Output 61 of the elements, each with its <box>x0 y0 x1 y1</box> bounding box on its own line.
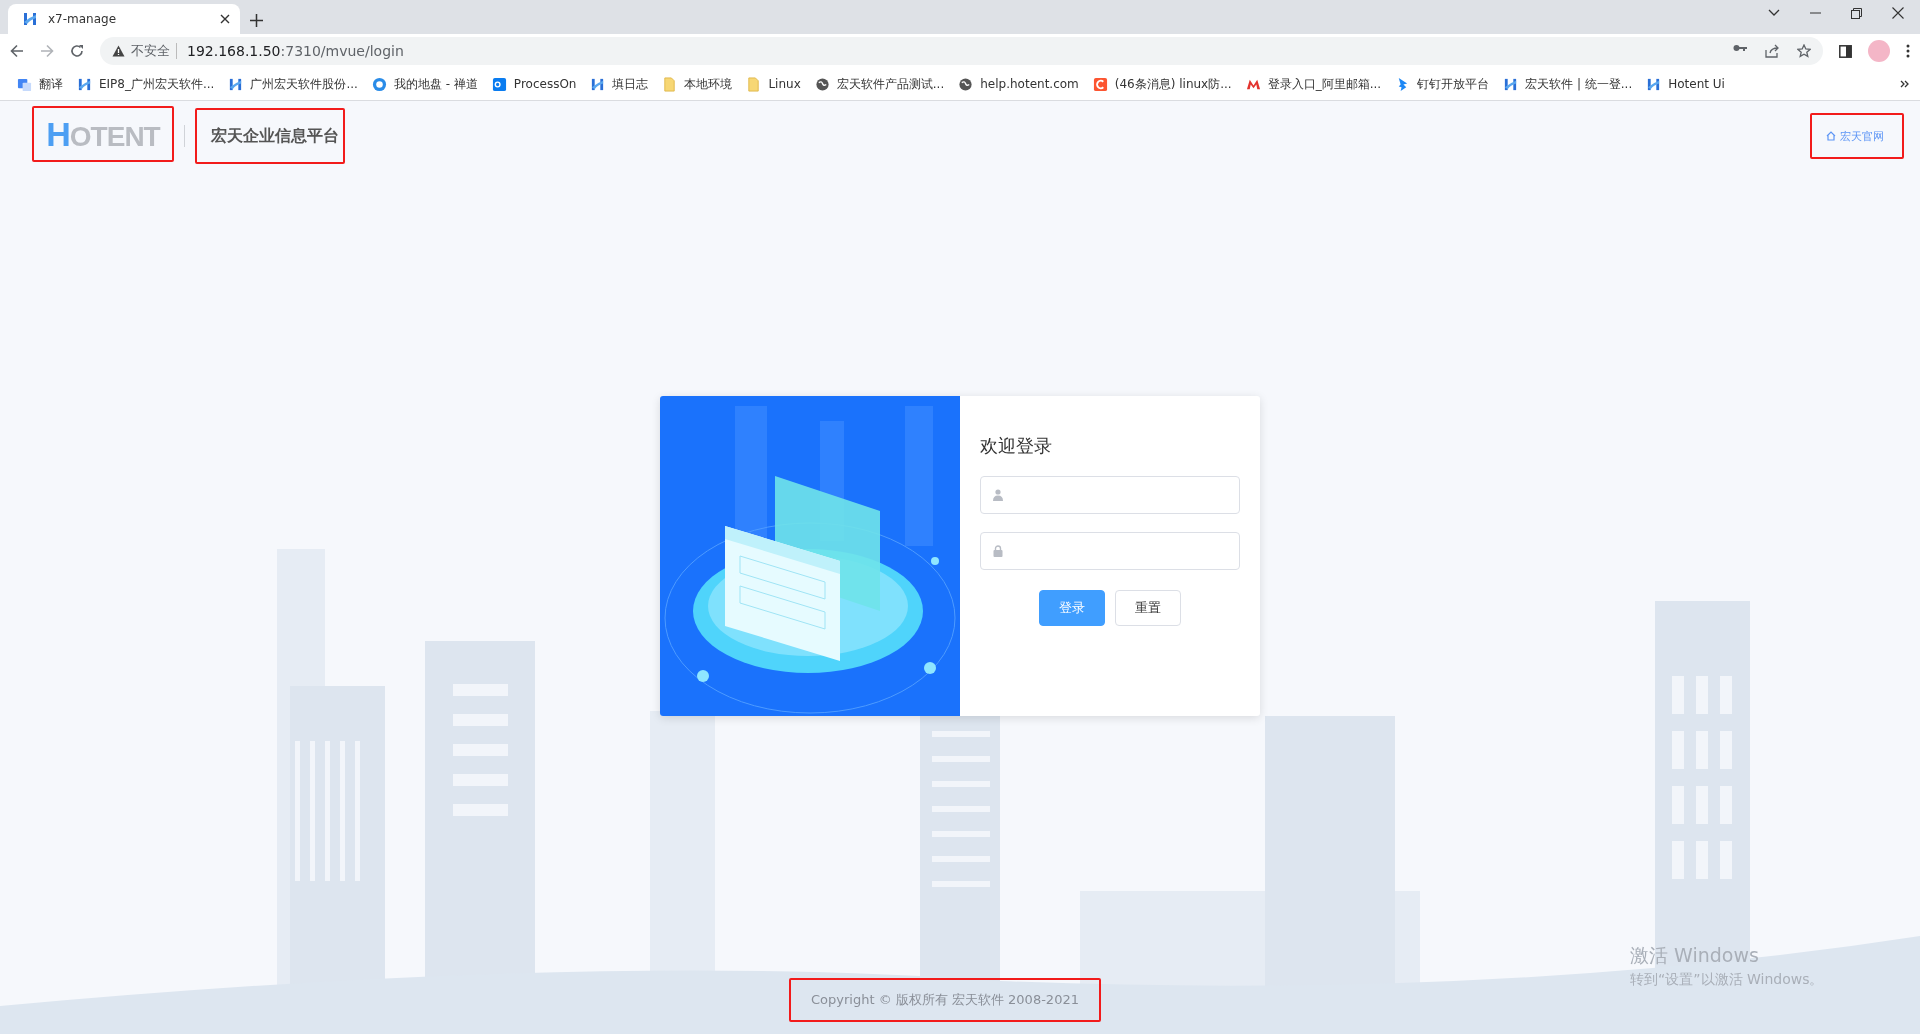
bookmark[interactable]: Hotent Ui <box>1639 76 1732 92</box>
chevron-right-icon[interactable] <box>1900 80 1910 88</box>
close-icon[interactable] <box>220 14 230 24</box>
bookmark-label: 广州宏天软件股份... <box>250 75 358 93</box>
platform-title: 宏天企业信息平台 <box>211 125 339 147</box>
password-field[interactable] <box>980 532 1240 570</box>
chevron-down-icon[interactable] <box>1768 9 1780 17</box>
key-icon[interactable] <box>1733 44 1747 52</box>
bookmark[interactable]: EIP8_广州宏天软件... <box>70 75 222 93</box>
bookmark-label: 填日志 <box>612 75 649 93</box>
username-field[interactable] <box>980 476 1240 514</box>
copyright-text: Copyright © 版权所有 宏天软件 2008-2021 <box>811 991 1079 1009</box>
bookmark-label: 钉钉开放平台 <box>1417 75 1490 93</box>
address-bar[interactable]: 不安全 192.168.1.50:7310/mvue/login <box>100 37 1823 65</box>
bookmark-label: 我的地盘 - 禅道 <box>393 75 478 93</box>
share-icon[interactable] <box>1765 44 1779 58</box>
bookmark[interactable]: (46条消息) linux防... <box>1085 75 1239 93</box>
url-path: :7310/mvue/login <box>280 43 404 59</box>
login-title: 欢迎登录 <box>980 434 1053 458</box>
bookmark-label: Hotent Ui <box>1668 77 1725 91</box>
activation-title: 激活 Windows <box>1630 943 1760 968</box>
bookmark[interactable]: 钉钉开放平台 <box>1388 75 1497 93</box>
bookmark[interactable]: help.hotent.com <box>951 76 1086 92</box>
security-label: 不安全 <box>131 42 170 60</box>
bookmark-label: 宏天软件产品测试... <box>836 75 945 93</box>
url-host: 192.168.1.50 <box>187 43 281 59</box>
browser-tab[interactable]: x7-manage <box>8 4 240 34</box>
bookmark[interactable]: 填日志 <box>583 75 656 93</box>
bookmark-label: (46条消息) linux防... <box>1114 75 1232 93</box>
new-tab-icon[interactable] <box>250 14 263 27</box>
warning-icon <box>112 45 125 57</box>
tab-favicon <box>22 11 38 27</box>
restore-icon[interactable] <box>1851 7 1862 19</box>
reset-button[interactable]: 重置 <box>1115 590 1181 626</box>
bookmark-label: ProcessOn <box>513 77 577 91</box>
bookmark-label: 翻译 <box>39 75 63 93</box>
bookmark[interactable]: 本地环境 <box>655 75 740 93</box>
bookmark-label: Linux <box>768 77 801 91</box>
bookmark[interactable]: Linux <box>739 76 808 92</box>
bookmark[interactable]: 登录入口_阿里邮箱... <box>1238 75 1389 93</box>
bookmark-label: EIP8_广州宏天软件... <box>99 75 215 93</box>
bookmark[interactable]: 翻译 <box>10 75 70 93</box>
bookmark[interactable]: ProcessOn <box>484 76 584 92</box>
bookmark-label: 本地环境 <box>684 75 733 93</box>
side-panel-icon[interactable] <box>1839 44 1852 58</box>
bookmark[interactable]: 我的地盘 - 禅道 <box>364 75 485 93</box>
home-icon <box>1826 131 1836 141</box>
bookmark-label: 宏天软件 | 统一登... <box>1525 75 1633 93</box>
lock-icon <box>993 545 1003 557</box>
menu-icon[interactable] <box>1906 44 1910 58</box>
back-icon[interactable] <box>10 44 24 58</box>
close-icon[interactable] <box>1892 7 1904 19</box>
user-icon <box>993 489 1003 501</box>
bookmark-label: help.hotent.com <box>980 77 1079 91</box>
bookmark[interactable]: 广州宏天软件股份... <box>221 75 365 93</box>
reload-icon[interactable] <box>70 44 84 58</box>
bookmark-label: 登录入口_阿里邮箱... <box>1267 75 1382 93</box>
bookmark[interactable]: 宏天软件 | 统一登... <box>1496 75 1640 93</box>
bookmark[interactable]: 宏天软件产品测试... <box>807 75 952 93</box>
logo: HOTENT <box>46 114 160 154</box>
star-icon[interactable] <box>1797 44 1811 58</box>
